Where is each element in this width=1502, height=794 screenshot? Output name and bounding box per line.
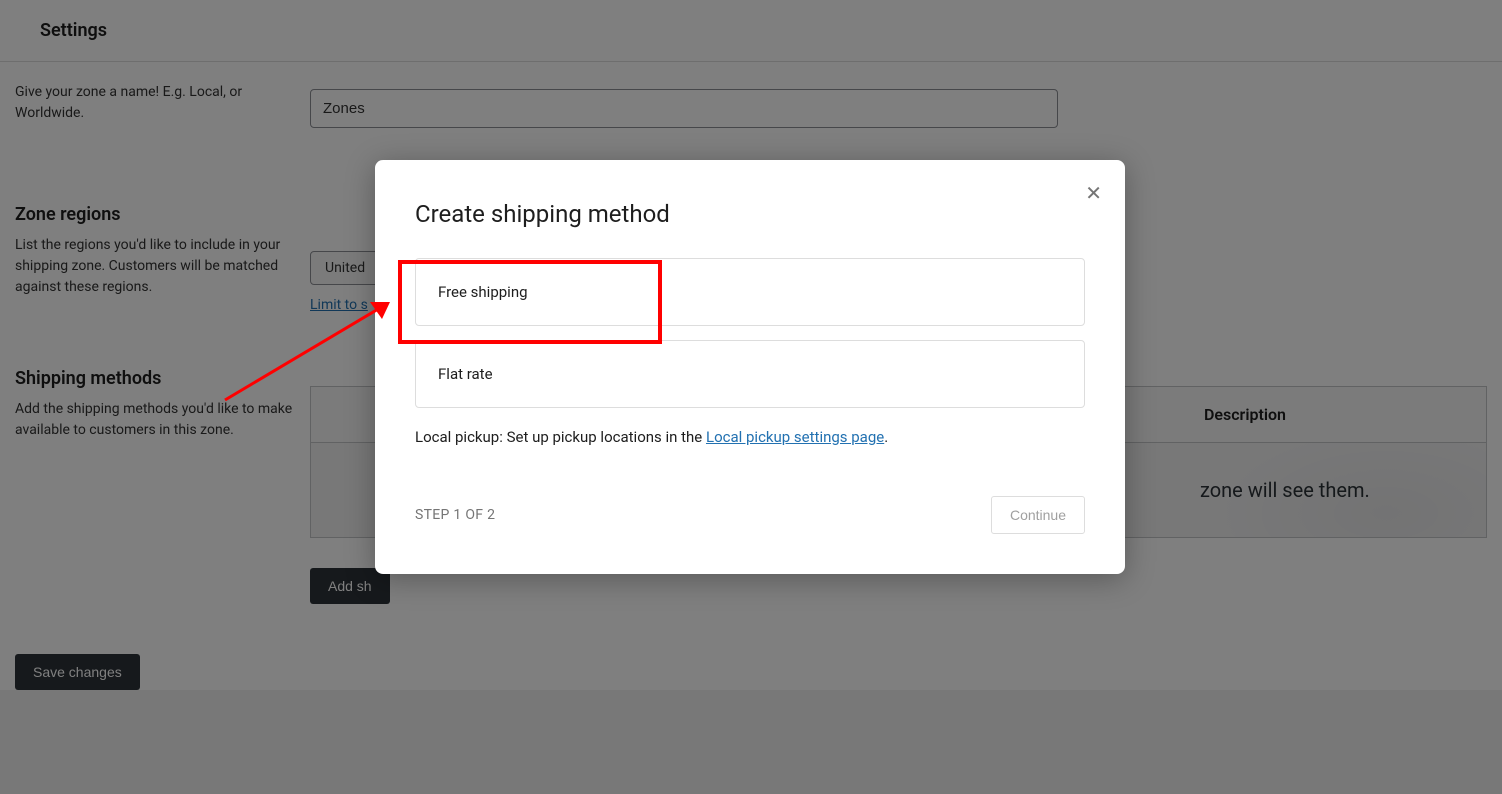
create-shipping-method-modal: ✕ Create shipping method Free shipping F… xyxy=(375,160,1125,574)
pickup-suffix: . xyxy=(884,428,888,446)
modal-title: Create shipping method xyxy=(415,200,1085,228)
local-pickup-text: Local pickup: Set up pickup locations in… xyxy=(415,428,1085,446)
modal-footer: STEP 1 OF 2 Continue xyxy=(415,496,1085,534)
local-pickup-settings-link[interactable]: Local pickup settings page xyxy=(706,428,884,446)
pickup-prefix: Local pickup: Set up pickup locations in… xyxy=(415,428,706,446)
continue-button[interactable]: Continue xyxy=(991,496,1085,534)
step-indicator: STEP 1 OF 2 xyxy=(415,507,495,523)
close-icon[interactable]: ✕ xyxy=(1080,178,1107,208)
option-free-shipping[interactable]: Free shipping xyxy=(415,258,1085,326)
option-flat-rate[interactable]: Flat rate xyxy=(415,340,1085,408)
